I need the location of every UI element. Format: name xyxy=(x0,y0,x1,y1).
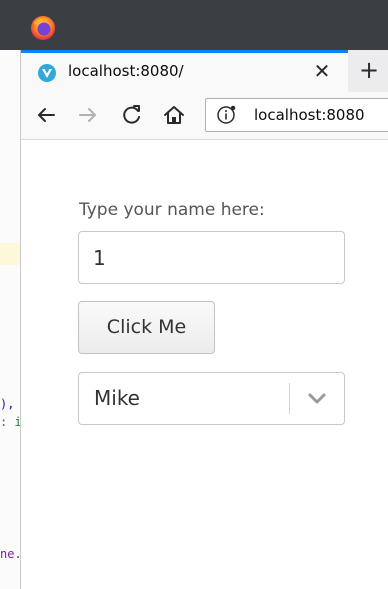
new-tab-button[interactable]: + xyxy=(351,54,387,88)
highlighted-line xyxy=(0,243,20,265)
url-bar[interactable]: localhost:8080 xyxy=(205,98,388,132)
code-fragment: ne. xyxy=(0,547,20,561)
tab-strip: localhost:8080/ ✕ + xyxy=(21,50,388,92)
url-text: localhost:8080 xyxy=(254,106,365,124)
home-icon[interactable] xyxy=(161,102,187,128)
tab-localhost[interactable]: localhost:8080/ ✕ xyxy=(21,50,348,92)
firefox-icon[interactable] xyxy=(30,15,56,41)
browser-window: localhost:8080/ ✕ + localhost:8080 Type … xyxy=(20,50,388,589)
window-titlebar xyxy=(0,0,388,50)
navigation-toolbar: localhost:8080 xyxy=(21,92,388,140)
vue-shield-icon xyxy=(38,64,56,82)
chevron-down-icon[interactable] xyxy=(305,389,329,409)
desktop-screen: ), : i ne. localhost:8080/ ✕ + localhost… xyxy=(0,0,388,589)
select-divider xyxy=(289,383,290,414)
forward-arrow-icon[interactable] xyxy=(75,102,101,128)
name-input[interactable] xyxy=(78,231,345,284)
tab-close-button[interactable]: ✕ xyxy=(311,59,333,83)
page-content: Type your name here: Click Me Mike xyxy=(21,140,388,589)
site-info-icon[interactable] xyxy=(216,105,236,125)
name-select[interactable]: Mike xyxy=(78,372,345,425)
tab-title: localhost:8080/ xyxy=(68,62,184,80)
select-value: Mike xyxy=(94,386,140,410)
code-fragment: : i xyxy=(0,415,20,429)
back-arrow-icon[interactable] xyxy=(33,102,59,128)
name-label: Type your name here: xyxy=(79,200,265,220)
code-fragment: ), xyxy=(0,397,15,411)
background-code-editor: ), : i ne. xyxy=(0,0,20,589)
reload-icon[interactable] xyxy=(119,102,145,128)
click-me-button[interactable]: Click Me xyxy=(78,301,215,354)
